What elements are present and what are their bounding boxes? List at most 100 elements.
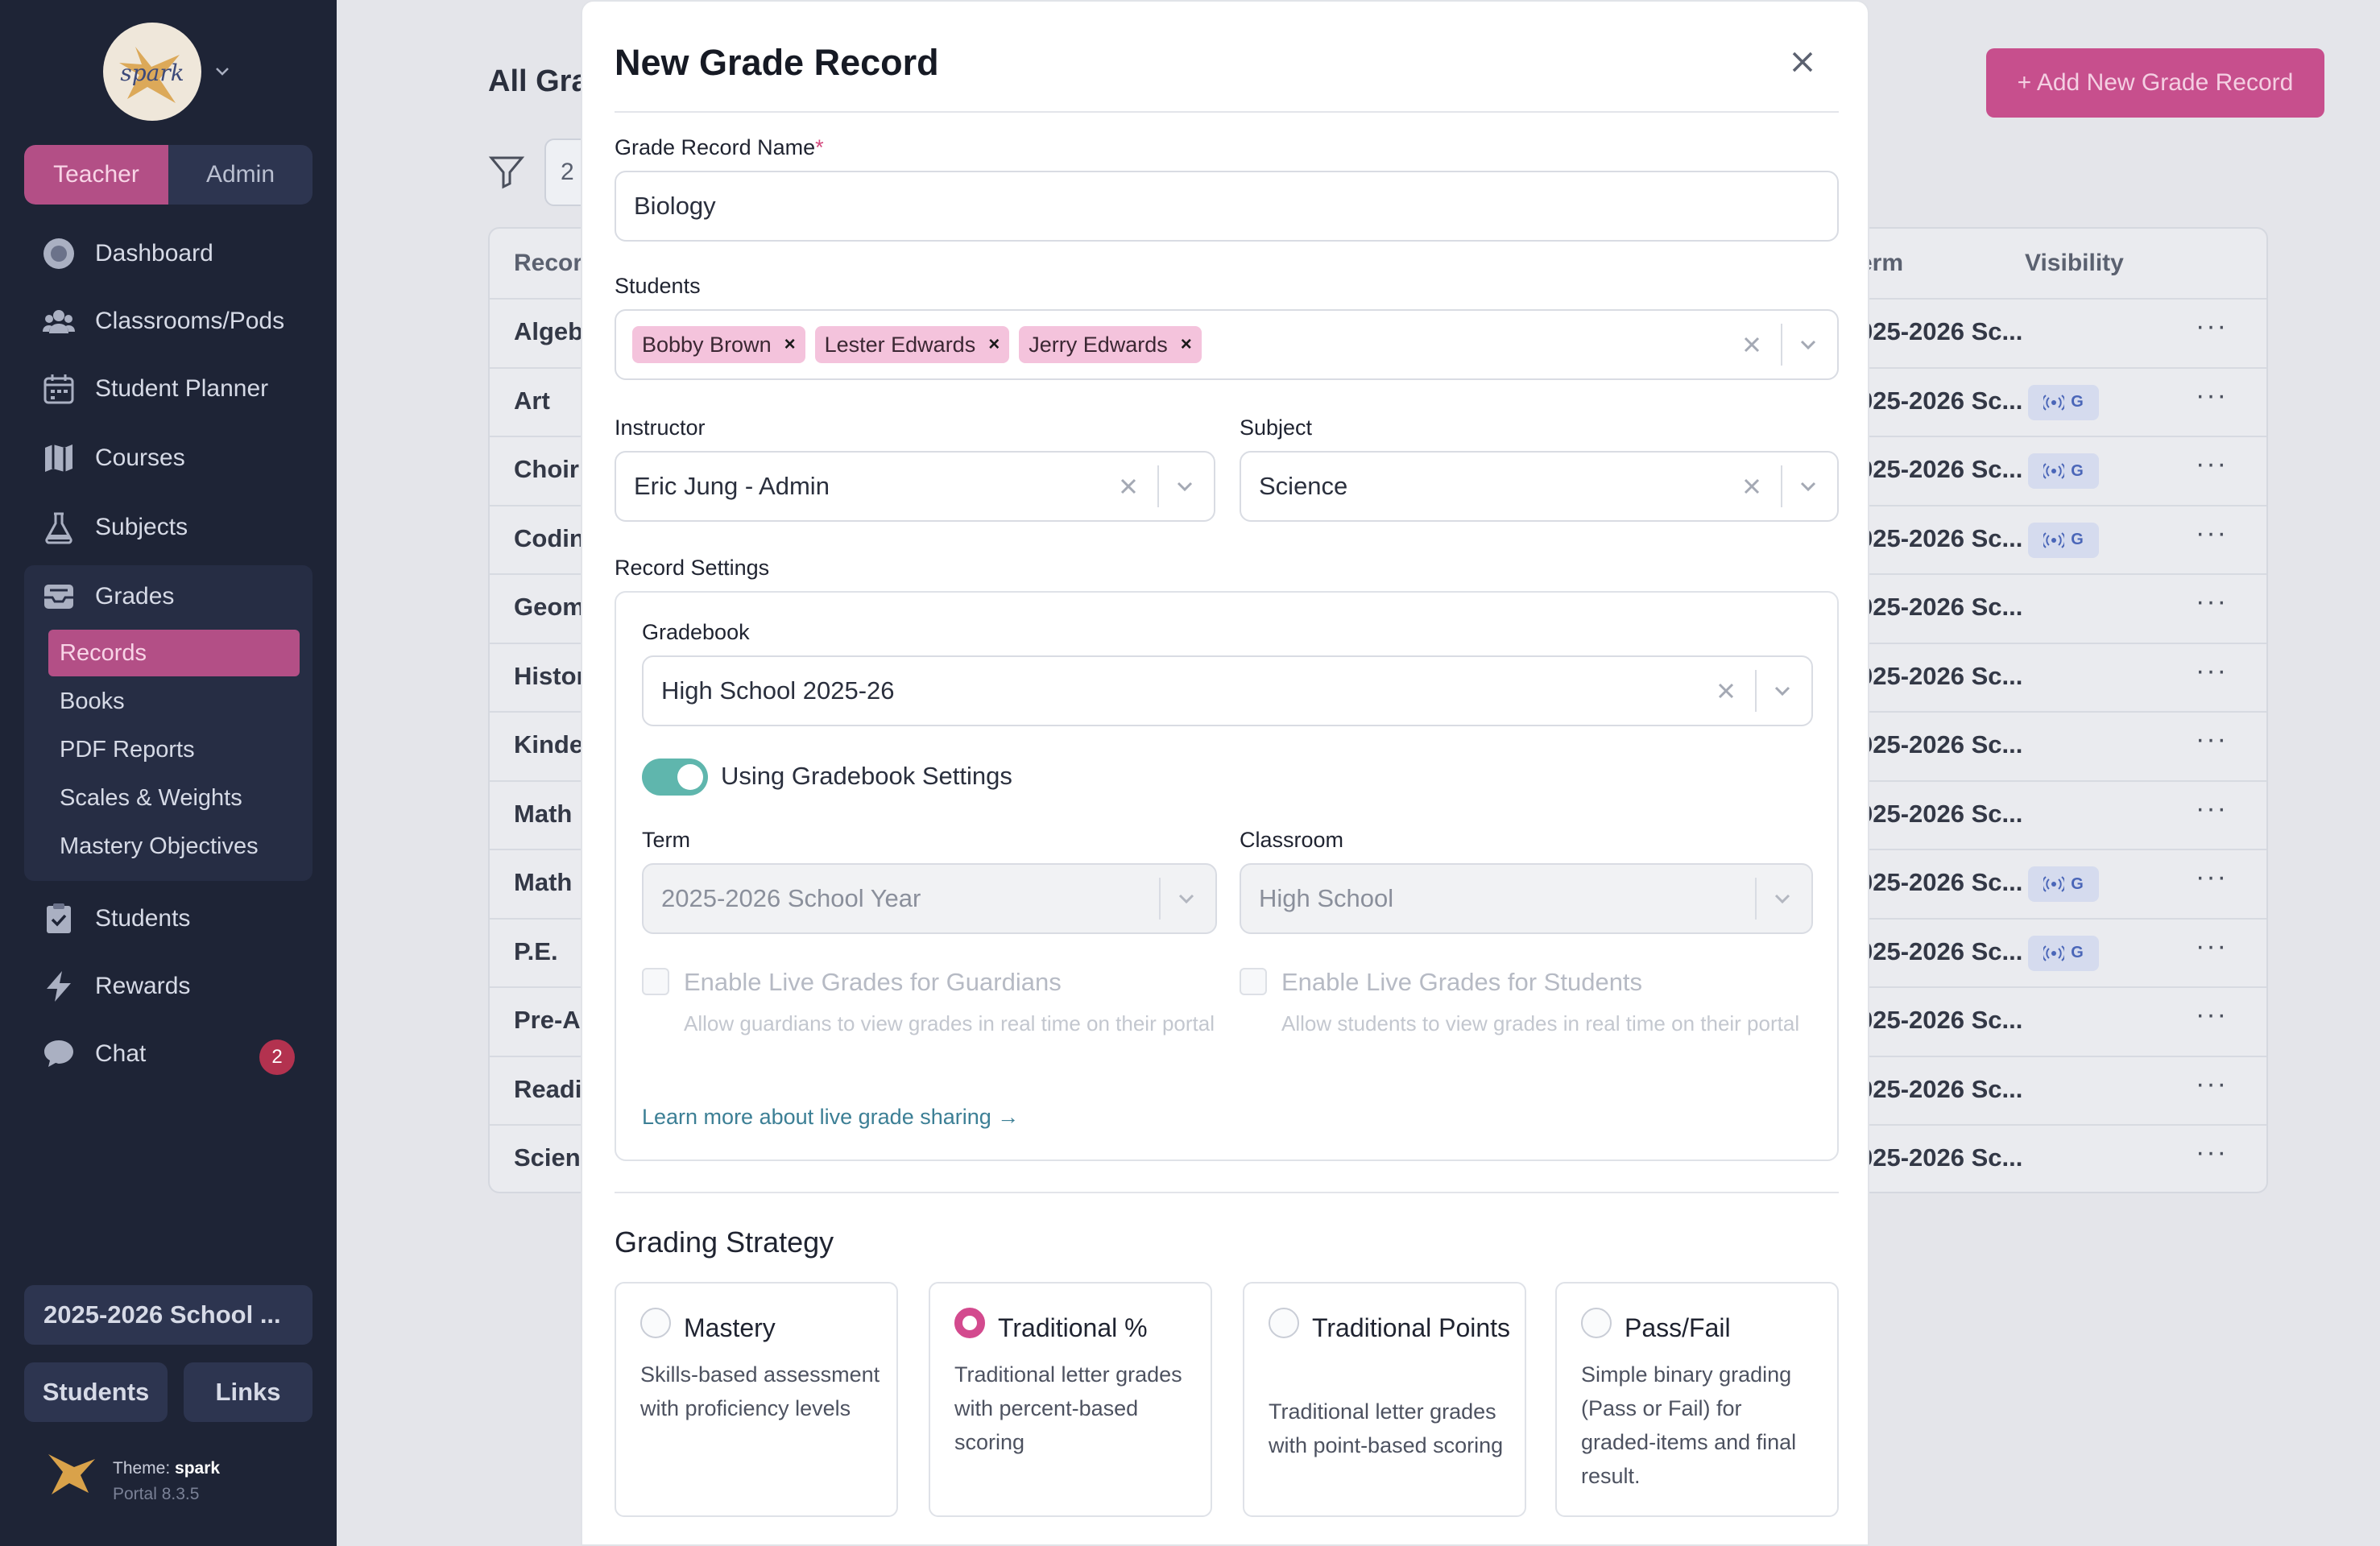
row-menu-icon[interactable]: ··· xyxy=(2196,311,2228,342)
inbox-icon xyxy=(42,580,76,614)
nav-subjects[interactable]: Subjects xyxy=(24,499,313,556)
remove-chip-icon[interactable]: × xyxy=(784,333,796,356)
strategy-card-mastery[interactable]: Mastery Skills-based assessment with pro… xyxy=(615,1282,898,1517)
record-settings-panel: Gradebook High School 2025-26 Using Grad… xyxy=(615,591,1839,1161)
live-grades-guardians-checkbox[interactable] xyxy=(642,968,669,995)
chevron-down-icon[interactable] xyxy=(1771,887,1794,910)
spark-logo-icon: spark xyxy=(119,47,184,103)
chevron-down-icon[interactable] xyxy=(1771,680,1794,702)
term-selector-button[interactable]: 2025-2026 School ... xyxy=(24,1285,313,1345)
nav-courses[interactable]: Courses xyxy=(24,430,313,486)
nav-rewards-label: Rewards xyxy=(95,973,191,999)
chat-unread-badge: 2 xyxy=(259,1040,295,1075)
row-menu-icon[interactable]: ··· xyxy=(2196,380,2228,411)
subject-label: Subject xyxy=(1240,415,1313,440)
subnav-records[interactable]: Records xyxy=(48,630,300,676)
row-menu-icon[interactable]: ··· xyxy=(2196,655,2228,687)
visibility-letter: G xyxy=(2071,393,2084,411)
classroom-select[interactable]: High School xyxy=(1240,863,1813,934)
students-label: Students xyxy=(615,274,701,298)
clear-icon[interactable] xyxy=(1741,333,1763,356)
strategy-card-pass-fail[interactable]: Pass/Fail Simple binary grading (Pass or… xyxy=(1555,1282,1839,1517)
chevron-down-icon[interactable] xyxy=(1175,887,1198,910)
nav-rewards[interactable]: Rewards xyxy=(24,958,313,1015)
strategy-radio[interactable] xyxy=(1581,1308,1612,1338)
nav-chat[interactable]: Chat 2 xyxy=(24,1026,313,1082)
remove-chip-icon[interactable]: × xyxy=(1181,333,1192,356)
school-logo[interactable]: spark xyxy=(103,23,201,121)
close-icon[interactable] xyxy=(1789,48,1816,76)
subnav-mastery-objectives[interactable]: Mastery Objectives xyxy=(48,823,300,870)
footer-links-button[interactable]: Links xyxy=(184,1362,313,1422)
filter-icon[interactable] xyxy=(488,153,525,190)
row-menu-icon[interactable]: ··· xyxy=(2196,999,2228,1031)
strategy-title: Traditional Points xyxy=(1312,1313,1511,1342)
page-title: All Gra xyxy=(488,64,589,98)
instructor-select[interactable]: Eric Jung - Admin xyxy=(615,451,1215,522)
subject-select[interactable]: Science xyxy=(1240,451,1839,522)
subnav-pdf-reports[interactable]: PDF Reports xyxy=(48,726,300,773)
strategy-radio[interactable] xyxy=(640,1308,671,1338)
footer-students-button[interactable]: Students xyxy=(24,1362,168,1422)
remove-chip-icon[interactable]: × xyxy=(988,333,1000,356)
role-teacher-button[interactable]: Teacher xyxy=(24,145,168,205)
live-grades-students-checkbox[interactable] xyxy=(1240,968,1267,995)
record-name-cell: Pre-A xyxy=(514,1006,581,1034)
record-name-cell: Codin xyxy=(514,523,585,552)
select-separator xyxy=(1755,670,1757,712)
strategy-desc: Traditional letter grades with point-bas… xyxy=(1269,1399,1504,1457)
strategy-desc: Simple binary grading (Pass or Fail) for… xyxy=(1581,1362,1797,1488)
clear-icon[interactable] xyxy=(1117,475,1140,498)
grades-section: Grades Records Books PDF Reports Scales … xyxy=(24,565,313,881)
role-admin-button[interactable]: Admin xyxy=(168,145,313,205)
nav-grades[interactable]: Grades xyxy=(24,568,313,625)
toggle-knob xyxy=(677,764,703,790)
chevron-down-icon[interactable] xyxy=(1797,475,1819,498)
dashboard-icon xyxy=(42,237,76,271)
row-menu-icon[interactable]: ··· xyxy=(2196,518,2228,549)
row-menu-icon[interactable]: ··· xyxy=(2196,793,2228,825)
clear-icon[interactable] xyxy=(1715,680,1737,702)
visibility-badge: G xyxy=(2028,522,2099,558)
column-header-record[interactable]: Recor xyxy=(514,250,582,277)
add-grade-record-button[interactable]: + Add New Grade Record xyxy=(1986,48,2324,118)
strategy-radio[interactable] xyxy=(1269,1308,1299,1338)
visibility-badge: G xyxy=(2028,866,2099,902)
subnav-scales-weights[interactable]: Scales & Weights xyxy=(48,775,300,821)
row-menu-icon[interactable]: ··· xyxy=(2196,724,2228,755)
row-menu-icon[interactable]: ··· xyxy=(2196,449,2228,480)
chevron-down-icon[interactable] xyxy=(213,61,232,81)
row-menu-icon[interactable]: ··· xyxy=(2196,862,2228,893)
modal-title: New Grade Record xyxy=(615,42,939,83)
nav-student-planner[interactable]: Student Planner xyxy=(24,361,313,417)
subnav-books[interactable]: Books xyxy=(48,678,300,725)
strategy-card-traditional-percent[interactable]: Traditional % Traditional letter grades … xyxy=(929,1282,1212,1517)
strategy-radio-selected[interactable] xyxy=(954,1308,985,1338)
nav-dashboard[interactable]: Dashboard xyxy=(24,225,313,282)
students-multiselect[interactable]: Bobby Brown × Lester Edwards × Jerry Edwar… xyxy=(615,309,1839,380)
lightning-icon xyxy=(42,969,76,1003)
record-name-cell: Math xyxy=(514,799,573,828)
visibility-letter: G xyxy=(2071,461,2084,480)
row-menu-icon[interactable]: ··· xyxy=(2196,1137,2228,1168)
portal-version: Portal 8.3.5 xyxy=(113,1485,200,1503)
record-name-input[interactable]: Biology xyxy=(615,171,1839,242)
select-separator xyxy=(1781,465,1782,507)
student-chip: Jerry Edwards × xyxy=(1019,326,1202,363)
nav-students[interactable]: Students xyxy=(24,891,313,947)
strategy-card-traditional-points[interactable]: Traditional Points Traditional letter gr… xyxy=(1243,1282,1526,1517)
term-select[interactable]: 2025-2026 School Year xyxy=(642,863,1217,934)
learn-more-link[interactable]: Learn more about live grade sharing → xyxy=(642,1105,1019,1130)
nav-classrooms[interactable]: Classrooms/Pods xyxy=(24,293,313,349)
row-menu-icon[interactable]: ··· xyxy=(2196,931,2228,962)
chevron-down-icon[interactable] xyxy=(1173,475,1196,498)
row-menu-icon[interactable]: ··· xyxy=(2196,1069,2228,1100)
chevron-down-icon[interactable] xyxy=(1797,333,1819,356)
gradebook-select[interactable]: High School 2025-26 xyxy=(642,655,1813,726)
row-menu-icon[interactable]: ··· xyxy=(2196,586,2228,618)
gradebook-settings-toggle[interactable] xyxy=(642,759,708,796)
column-header-visibility[interactable]: Visibility xyxy=(2025,250,2124,277)
clear-icon[interactable] xyxy=(1741,475,1763,498)
strategy-title: Mastery xyxy=(684,1313,776,1342)
subject-select-controls xyxy=(1741,453,1837,520)
